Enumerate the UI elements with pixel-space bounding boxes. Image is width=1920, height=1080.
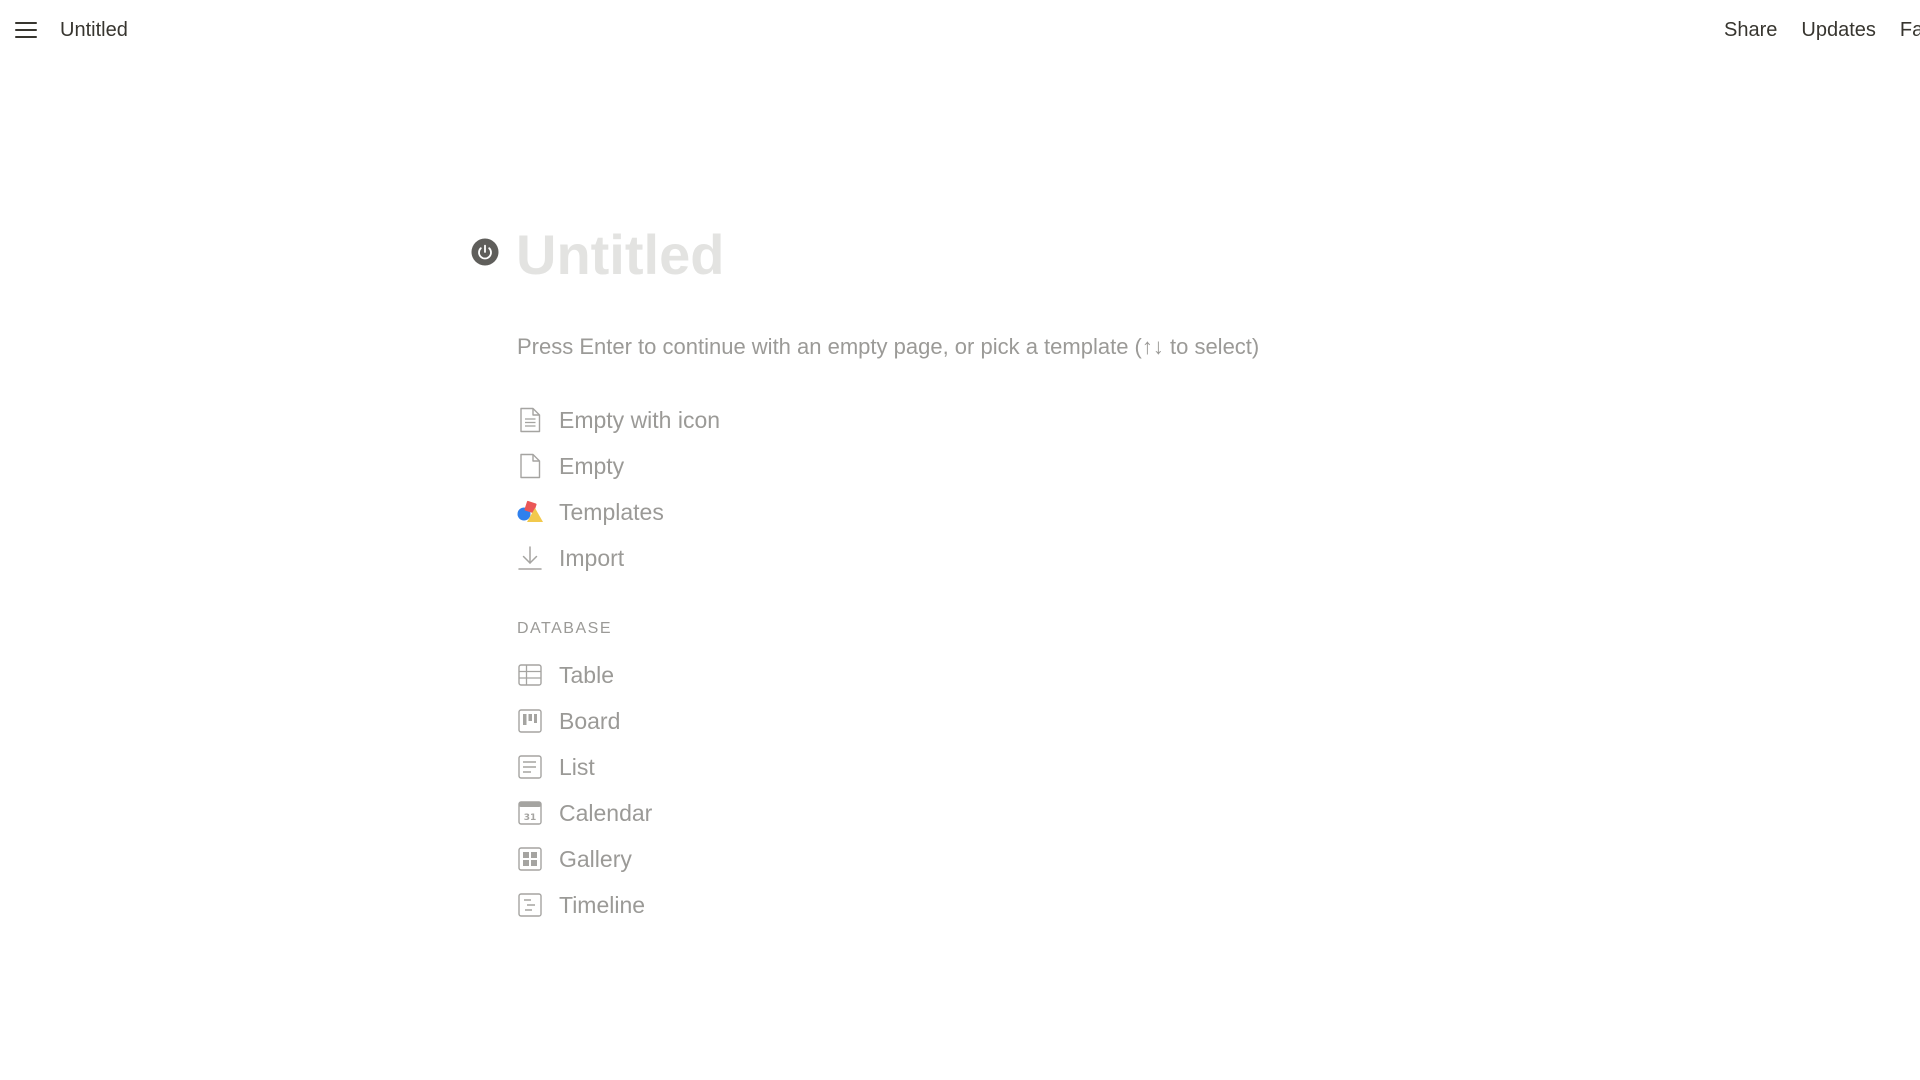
option-list[interactable]: List <box>516 744 936 790</box>
option-import[interactable]: Import <box>516 535 936 581</box>
template-hint-text: Press Enter to continue with an empty pa… <box>517 334 1260 359</box>
updates-button[interactable]: Updates <box>1801 17 1876 43</box>
timeline-icon <box>516 891 544 919</box>
page-power-icon[interactable] <box>471 238 499 266</box>
option-label: Empty <box>559 453 625 479</box>
option-label: Table <box>559 662 614 688</box>
blank-page-icon <box>516 452 544 480</box>
templates-shapes-icon <box>516 498 544 526</box>
option-label: Calendar <box>559 800 653 826</box>
option-table[interactable]: Table <box>516 652 936 698</box>
option-label: Board <box>559 708 621 734</box>
database-section-label: DATABASE <box>517 620 612 637</box>
share-button[interactable]: Share <box>1724 17 1777 43</box>
option-label: Templates <box>559 499 664 525</box>
page-title-input[interactable]: Untitled <box>516 220 724 290</box>
option-empty-with-icon[interactable]: Empty with icon <box>516 397 936 443</box>
topbar-actions: Share Updates Fa <box>1724 17 1920 43</box>
gallery-icon <box>516 845 544 873</box>
hamburger-menu-icon[interactable] <box>12 18 40 42</box>
top-bar: Untitled Share Updates Fa <box>0 0 1920 60</box>
option-timeline[interactable]: Timeline <box>516 882 936 928</box>
option-empty[interactable]: Empty <box>516 443 936 489</box>
svg-text:31: 31 <box>524 813 537 823</box>
board-icon <box>516 707 544 735</box>
option-templates[interactable]: Templates <box>516 489 936 535</box>
option-label: Gallery <box>559 846 632 872</box>
option-calendar[interactable]: 31 Calendar <box>516 790 936 836</box>
list-icon <box>516 753 544 781</box>
breadcrumb-page-title[interactable]: Untitled <box>60 17 128 43</box>
option-label: Empty with icon <box>559 407 721 433</box>
page-options-list: Empty with icon Empty Templates Import <box>516 397 936 581</box>
calendar-icon: 31 <box>516 799 544 827</box>
table-icon <box>516 661 544 689</box>
database-options-list: Table Board List 31 Calendar Gallery Tim… <box>516 652 936 928</box>
favorite-button[interactable]: Fa <box>1900 17 1920 43</box>
page-with-text-icon <box>516 406 544 434</box>
option-gallery[interactable]: Gallery <box>516 836 936 882</box>
option-label: Timeline <box>559 892 646 918</box>
import-download-icon <box>516 544 544 572</box>
option-label: Import <box>559 545 625 571</box>
option-label: List <box>559 754 595 780</box>
option-board[interactable]: Board <box>516 698 936 744</box>
